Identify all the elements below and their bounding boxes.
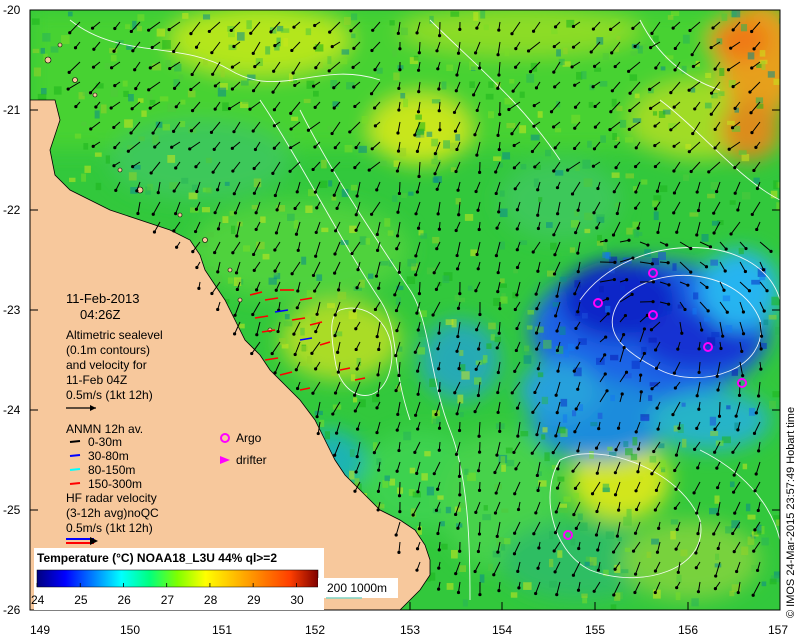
lon-tick-label: 151 bbox=[212, 623, 232, 637]
lon-tick-label: 149 bbox=[30, 623, 50, 637]
hf-scale-label: 0.5m/s (1kt 12h) bbox=[66, 521, 153, 535]
drifter-label: drifter bbox=[236, 453, 267, 467]
alt-legend-line: (0.1m contours) bbox=[66, 343, 150, 357]
map-time: 04:26Z bbox=[80, 307, 121, 322]
alt-legend-line: Altimetric sealevel bbox=[66, 328, 163, 342]
anmn-item-label: 30-80m bbox=[88, 449, 129, 463]
depth-legend-label: 200 1000m bbox=[327, 581, 387, 595]
hf-legend-line: (3-12h avg)noQC bbox=[66, 506, 159, 520]
map-date: 11-Feb-2013 bbox=[66, 291, 139, 306]
colorbar-tick-label: 28 bbox=[204, 593, 218, 607]
anmn-title: ANMN 12h av. bbox=[66, 422, 143, 436]
colorbar-tick-label: 26 bbox=[117, 593, 131, 607]
lat-tick-label: -20 bbox=[3, 3, 21, 17]
argo-label: Argo bbox=[236, 431, 262, 445]
colorbar-ramp bbox=[36, 569, 319, 588]
map-figure: -20 -21 -22 -23 -24 -25 -26 149 150 151 … bbox=[3, 3, 788, 637]
colorbar: Temperature (°C) NOAA18_L3U 44% ql>=2 24… bbox=[31, 548, 324, 610]
anmn-item-label: 0-30m bbox=[88, 435, 122, 449]
lon-tick-label: 157 bbox=[768, 623, 788, 637]
colorbar-tick-label: 29 bbox=[247, 593, 261, 607]
lat-tick-labels: -20 -21 -22 -23 -24 -25 -26 bbox=[3, 3, 21, 617]
alt-scale-label: 0.5m/s (1kt 12h) bbox=[66, 388, 153, 402]
lon-tick-labels: 149 150 151 152 153 154 155 156 157 bbox=[30, 623, 788, 637]
lat-tick-label: -23 bbox=[3, 303, 21, 317]
lat-tick-label: -26 bbox=[3, 603, 21, 617]
lon-tick-label: 155 bbox=[585, 623, 605, 637]
lat-tick-label: -25 bbox=[3, 503, 21, 517]
lon-tick-label: 154 bbox=[492, 623, 512, 637]
colorbar-tick-label: 30 bbox=[290, 593, 304, 607]
lon-tick-label: 152 bbox=[305, 623, 325, 637]
alt-legend-line: 11-Feb 04Z bbox=[66, 373, 127, 387]
lon-tick-label: 150 bbox=[120, 623, 140, 637]
anmn-item-label: 150-300m bbox=[88, 477, 142, 491]
colorbar-tick-label: 24 bbox=[31, 593, 45, 607]
credit-text: © IMOS 24-Mar-2015 23:57:49 Hobart time bbox=[785, 406, 797, 618]
alt-legend-line: and velocity for bbox=[66, 358, 147, 372]
lat-tick-label: -21 bbox=[3, 103, 21, 117]
colorbar-tick-label: 25 bbox=[74, 593, 88, 607]
depth-legend: 200 1000m bbox=[318, 578, 398, 599]
hf-legend-line: HF radar velocity bbox=[66, 491, 157, 505]
lon-tick-label: 156 bbox=[678, 623, 698, 637]
lat-tick-label: -24 bbox=[3, 403, 21, 417]
lon-tick-label: 153 bbox=[400, 623, 420, 637]
anmn-item-label: 80-150m bbox=[88, 463, 135, 477]
colorbar-tick-label: 27 bbox=[161, 593, 175, 607]
lat-tick-label: -22 bbox=[3, 203, 21, 217]
colorbar-title: Temperature (°C) NOAA18_L3U 44% ql>=2 bbox=[37, 551, 277, 565]
